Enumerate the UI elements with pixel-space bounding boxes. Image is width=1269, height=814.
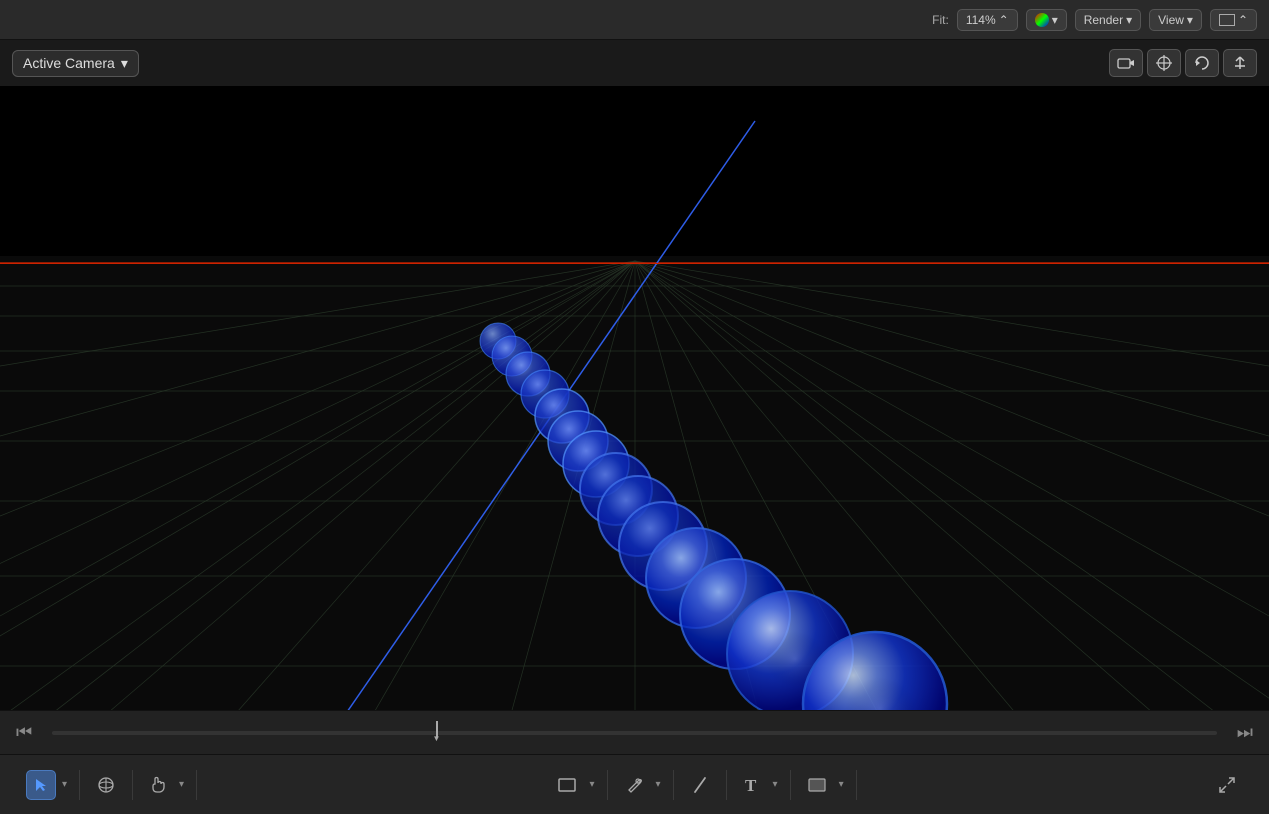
hand-tool-chevron[interactable]: ▾	[177, 777, 186, 792]
camera-label: Active Camera	[23, 55, 115, 71]
bottom-toolbar: ▾ ▾ ▾	[0, 754, 1269, 814]
pen-tool-group: ▾	[608, 770, 674, 800]
view-button[interactable]: View ▾	[1149, 9, 1202, 31]
select-arrow-icon	[34, 777, 48, 793]
brush-tool-btn[interactable]	[684, 770, 716, 800]
shape-fill-btn[interactable]	[801, 770, 833, 800]
viewport-container: Active Camera ▾	[0, 40, 1269, 754]
expand-btn[interactable]	[1211, 770, 1243, 800]
color-icon	[1035, 13, 1049, 27]
expand-group	[1201, 770, 1253, 800]
rect-tool-group: ▾	[541, 770, 607, 800]
orbit-tool-group	[80, 770, 133, 800]
timeline-track[interactable]	[52, 731, 1217, 735]
orbit-tool-btn[interactable]	[90, 770, 122, 800]
hand-tool-group: ▾	[133, 770, 197, 800]
svg-text:T: T	[745, 776, 757, 794]
rotate-icon-btn[interactable]	[1185, 49, 1219, 77]
more-icon-btn[interactable]	[1223, 49, 1257, 77]
text-icon: T	[744, 776, 760, 794]
viewport-controls	[1109, 49, 1257, 77]
pen-tool-chevron[interactable]: ▾	[654, 777, 663, 792]
timeline-end-btn[interactable]: ⏭	[1233, 718, 1257, 747]
fit-label: Fit:	[932, 13, 949, 27]
rect-tool-btn[interactable]	[551, 770, 583, 800]
scene-svg	[0, 86, 1269, 754]
camera-chevron: ▾	[121, 55, 128, 72]
hand-tool-btn[interactable]	[143, 770, 173, 800]
camera-dropdown[interactable]: Active Camera ▾	[12, 50, 139, 77]
brush-tool-group	[674, 770, 727, 800]
camera-icon-btn[interactable]	[1109, 49, 1143, 77]
expand-icon	[1218, 776, 1236, 794]
pen-icon	[625, 776, 643, 794]
layout-button[interactable]: ⌃	[1210, 9, 1257, 31]
timeline-start-btn[interactable]: ⏮	[12, 718, 36, 747]
shape-fill-chevron[interactable]: ▾	[837, 777, 846, 792]
viewport-canvas[interactable]	[0, 86, 1269, 754]
timeline-playhead[interactable]	[431, 721, 443, 743]
viewport-header: Active Camera ▾	[0, 40, 1269, 86]
rect-tool-chevron[interactable]: ▾	[587, 777, 596, 792]
pen-tool-btn[interactable]	[618, 770, 650, 800]
select-tool-chevron[interactable]: ▾	[60, 777, 69, 792]
fit-dropdown[interactable]: 114% ⌃	[957, 9, 1018, 31]
transform-icon	[1155, 54, 1173, 72]
select-tool-btn[interactable]	[26, 770, 56, 800]
orbit-icon	[97, 776, 115, 794]
render-button[interactable]: Render ▾	[1075, 9, 1141, 31]
select-tool-group: ▾	[16, 770, 80, 800]
text-tool-group: T ▾	[727, 770, 791, 800]
brush-icon	[691, 776, 709, 794]
more-icon	[1231, 54, 1249, 72]
transform-icon-btn[interactable]	[1147, 49, 1181, 77]
rect-icon	[558, 778, 576, 792]
hand-icon	[150, 776, 166, 794]
text-tool-chevron[interactable]: ▾	[771, 777, 780, 792]
layout-icon	[1219, 14, 1235, 26]
text-tool-btn[interactable]: T	[737, 770, 767, 800]
camera-icon	[1117, 56, 1135, 70]
shape-fill-group: ▾	[791, 770, 857, 800]
horizon-line	[0, 263, 1269, 264]
shape-fill-icon	[808, 778, 826, 792]
rotate-icon	[1193, 54, 1211, 72]
top-bar: Fit: 114% ⌃ ▾ Render ▾ View ▾ ⌃	[0, 0, 1269, 40]
timeline-bar: ⏮ ⏭	[0, 710, 1269, 754]
color-button[interactable]: ▾	[1026, 9, 1067, 31]
